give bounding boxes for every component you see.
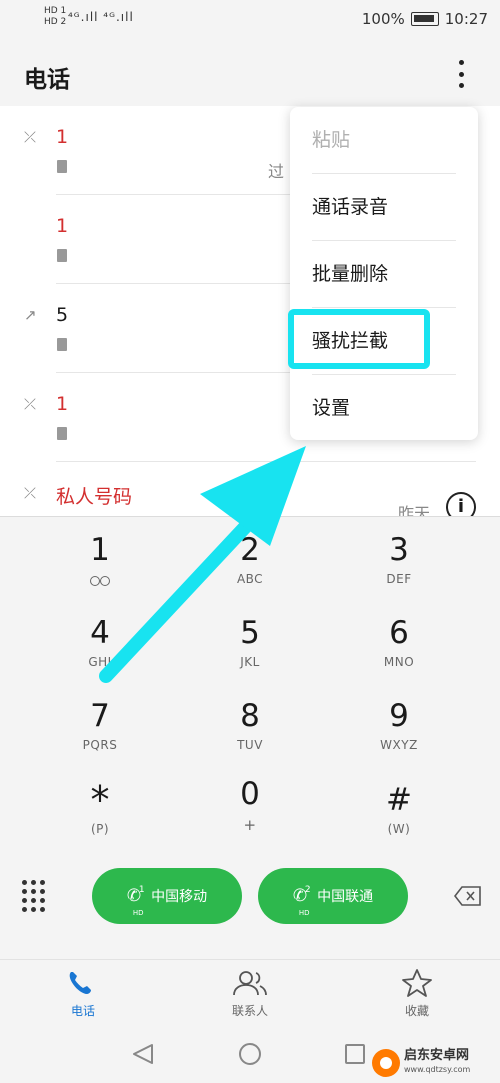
key-digit: * [90, 778, 110, 822]
key-letters: + [243, 816, 257, 834]
hd-2-label: HD 2 [44, 17, 67, 27]
sim-card-icon [57, 338, 67, 351]
phone-icon [69, 972, 91, 994]
overflow-menu: 粘贴 通话录音 批量删除 骚扰拦截 设置 [290, 107, 478, 440]
back-icon[interactable] [133, 1044, 153, 1064]
key-8[interactable]: 8 TUV [190, 698, 310, 778]
bottom-navigation: 电话 联系人 收藏 [0, 959, 500, 1025]
key-letters: JKL [240, 655, 260, 669]
key-digit: 5 [240, 615, 260, 651]
call-button-label: 中国移动 [151, 889, 208, 905]
tab-label: 联系人 [231, 1004, 268, 1018]
sim-card-icon [57, 427, 67, 440]
key-9[interactable]: 9 WXYZ [339, 698, 459, 778]
key-letters: (W) [387, 822, 411, 836]
star-icon [402, 969, 432, 997]
watermark: 启东安卓网 www.qdtzsy.com [372, 1046, 498, 1080]
key-digit: 9 [389, 698, 409, 734]
call-meta: 过 [268, 162, 285, 181]
missed-call-icon: ⤫ [24, 484, 37, 502]
tab-label: 收藏 [404, 1004, 429, 1018]
key-letters: PQRS [82, 738, 118, 752]
contacts-icon [233, 971, 267, 996]
key-1[interactable]: 1 [40, 532, 160, 612]
missed-call-icon: ⤫ [24, 395, 37, 413]
key-digit: 2 [240, 532, 260, 568]
key-digit: 6 [389, 615, 409, 651]
recents-icon[interactable] [345, 1044, 365, 1064]
key-digit: 1 [90, 532, 110, 568]
key-star[interactable]: * (P) [40, 778, 160, 862]
menu-item-settings[interactable]: 设置 [312, 375, 456, 442]
sim-card-icon [57, 249, 67, 262]
app-header: 电话 [0, 40, 500, 106]
call-number: 私人号码 [56, 486, 133, 508]
menu-item-paste[interactable]: 粘贴 [312, 107, 456, 174]
voicemail-icon [90, 576, 110, 586]
key-letters: MNO [383, 655, 415, 669]
tab-favorites[interactable]: 收藏 [367, 968, 467, 1019]
sim-card-icon [57, 160, 67, 173]
tab-label: 电话 [70, 1004, 95, 1018]
menu-item-call-recording[interactable]: 通话录音 [312, 174, 456, 241]
key-3[interactable]: 3 DEF [339, 532, 459, 612]
call-button-label: 中国联通 [317, 889, 374, 905]
watermark-text: 启东安卓网 www.qdtzsy.com [404, 1048, 471, 1075]
key-letters: DEF [386, 572, 412, 586]
key-digit: 8 [240, 698, 260, 734]
key-6[interactable]: 6 MNO [339, 615, 459, 695]
key-digit: 3 [389, 532, 409, 568]
status-right: 100% 10:27 [362, 10, 488, 28]
menu-item-batch-delete[interactable]: 批量删除 [312, 241, 456, 308]
clock: 10:27 [444, 10, 488, 28]
battery-icon [410, 12, 439, 26]
key-letters: (P) [90, 822, 110, 836]
phone-app-screen: HD 1 HD 2 ⁴ᴳ.ıll ⁴ᴳ.ıll 100% 10:27 电话 ⤫ … [0, 0, 500, 1083]
key-7[interactable]: 7 PQRS [40, 698, 160, 778]
call-number: 1 [56, 393, 69, 415]
key-letters: GHI [88, 655, 112, 669]
key-0[interactable]: 0 + [190, 776, 310, 856]
key-letters: ABC [236, 572, 264, 586]
battery-percent: 100% [361, 10, 405, 28]
key-digit: 0 [240, 776, 260, 812]
key-letters: WXYZ [380, 738, 418, 752]
key-digit: # [386, 782, 412, 818]
key-digit: 4 [90, 615, 110, 651]
home-icon[interactable] [239, 1043, 261, 1065]
key-5[interactable]: 5 JKL [190, 615, 310, 695]
key-letters: TUV [237, 738, 263, 752]
call-button-sim1[interactable]: ✆ 1 HD 中国移动 [92, 868, 242, 924]
tab-phone[interactable]: 电话 [33, 968, 133, 1019]
dialpad-toggle-icon[interactable] [22, 880, 46, 912]
watermark-logo [372, 1049, 400, 1077]
highlight-box [288, 309, 430, 369]
phone-icon: ✆ 2 HD [292, 884, 311, 917]
signal-icon: ⁴ᴳ.ıll ⁴ᴳ.ıll [68, 10, 134, 24]
tab-contacts[interactable]: 联系人 [200, 968, 300, 1019]
page-title: 电话 [24, 67, 70, 93]
call-button-sim2[interactable]: ✆ 2 HD 中国联通 [258, 868, 408, 924]
outgoing-call-icon: ↗ [24, 306, 37, 324]
hd-1-label: HD 1 [44, 6, 67, 16]
status-bar: HD 1 HD 2 ⁴ᴳ.ıll ⁴ᴳ.ıll 100% 10:27 [0, 0, 500, 40]
backspace-icon[interactable] [454, 886, 482, 906]
more-options-icon[interactable] [448, 58, 474, 90]
missed-call-icon: ⤫ [24, 128, 37, 146]
call-number: 5 [56, 304, 69, 326]
hd-indicators: HD 1 HD 2 [44, 6, 66, 28]
call-number: 1 [56, 126, 69, 148]
key-digit: 7 [90, 698, 110, 734]
call-number: 1 [56, 215, 69, 237]
key-2[interactable]: 2 ABC [190, 532, 310, 612]
key-4[interactable]: 4 GHI [40, 615, 160, 695]
key-hash[interactable]: # (W) [339, 782, 459, 862]
phone-icon: ✆ 1 HD [126, 884, 145, 917]
